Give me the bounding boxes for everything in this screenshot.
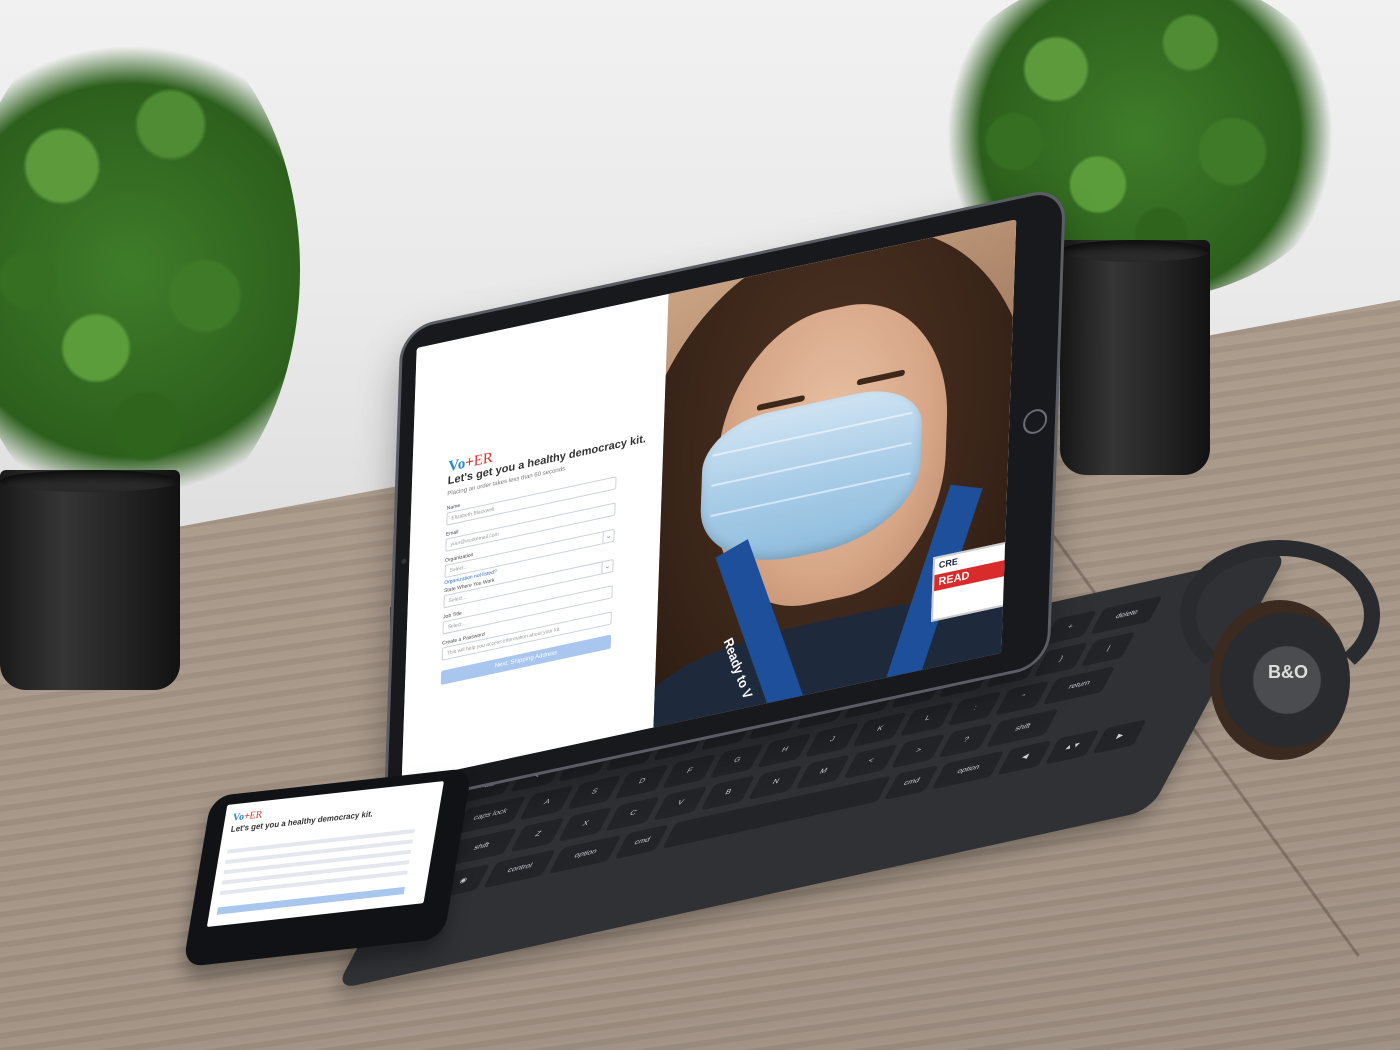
left-plant-foliage [0,10,300,530]
keyboard-key[interactable]: : [947,691,1002,727]
headphones: B&O [1170,540,1400,760]
photo-right-brow [856,369,905,386]
keyboard-key[interactable]: J [804,722,860,758]
keyboard-key[interactable]: " [994,680,1050,716]
keyboard-key[interactable]: B [700,775,756,811]
keyboard-key[interactable]: L [899,701,955,737]
keyboard-key[interactable]: D [614,764,669,800]
keyboard-key[interactable]: G [709,743,765,779]
phone-logo-er: ER [248,809,264,822]
keyboard-key[interactable]: Z [510,817,565,853]
right-plant-pot [1060,240,1210,475]
organization-select-value: Select... [449,564,468,575]
keyboard-key[interactable]: V [652,785,708,821]
keyboard-key[interactable]: cmd [614,824,670,860]
keyboard-key[interactable]: N [748,764,803,800]
keyboard-key[interactable]: K [852,712,907,748]
left-plant [0,0,320,700]
keyboard-key[interactable]: S [566,774,622,810]
left-plant-pot [0,470,180,690]
phone-screen: Vo+ER Let's get you a healthy democracy … [206,781,444,928]
keyboard-key[interactable]: ? [938,723,993,759]
scene: ~!@#$%^&*()_+deletetabQWERTYUIOP{}|caps … [0,0,1400,1050]
phone: Vo+ER Let's get you a healthy democracy … [182,767,473,968]
signup-form: Vo+ER Let's get you a healthy democracy … [401,293,669,782]
keyboard-key[interactable]: ◀ [997,740,1052,776]
keyboard-key[interactable]: M [795,754,851,790]
chevron-down-icon: ⌄ [602,529,614,544]
keyboard-key[interactable]: delete [1089,595,1163,635]
keyboard-key[interactable]: ▶ [1092,719,1148,755]
keyboard-key[interactable]: X [557,806,613,842]
keyboard-key[interactable]: > [890,733,946,769]
keyboard-key[interactable]: + [1042,610,1098,646]
job-title-select-value: Select... [447,620,466,631]
keyboard-key[interactable]: ▲▼ [1044,729,1100,765]
keyboard-key[interactable]: < [843,744,898,780]
chevron-down-icon: ⌄ [601,560,613,574]
hero-photo: Ready to V CRE READ [653,219,1017,728]
home-button[interactable] [1022,406,1048,437]
keyboard-key[interactable]: F [661,753,717,789]
keyboard-key[interactable]: | [1080,631,1136,667]
keyboard-key[interactable]: cmd [884,765,939,801]
keyboard-key[interactable]: H [757,732,812,768]
state-select-value: Select... [448,594,467,605]
keyboard-key[interactable]: C [605,796,660,832]
keyboard-key[interactable]: A [519,785,574,821]
badge-top-text: CRE [938,556,959,571]
headphone-logo: B&O [1268,662,1308,682]
tablet-camera [401,558,407,565]
